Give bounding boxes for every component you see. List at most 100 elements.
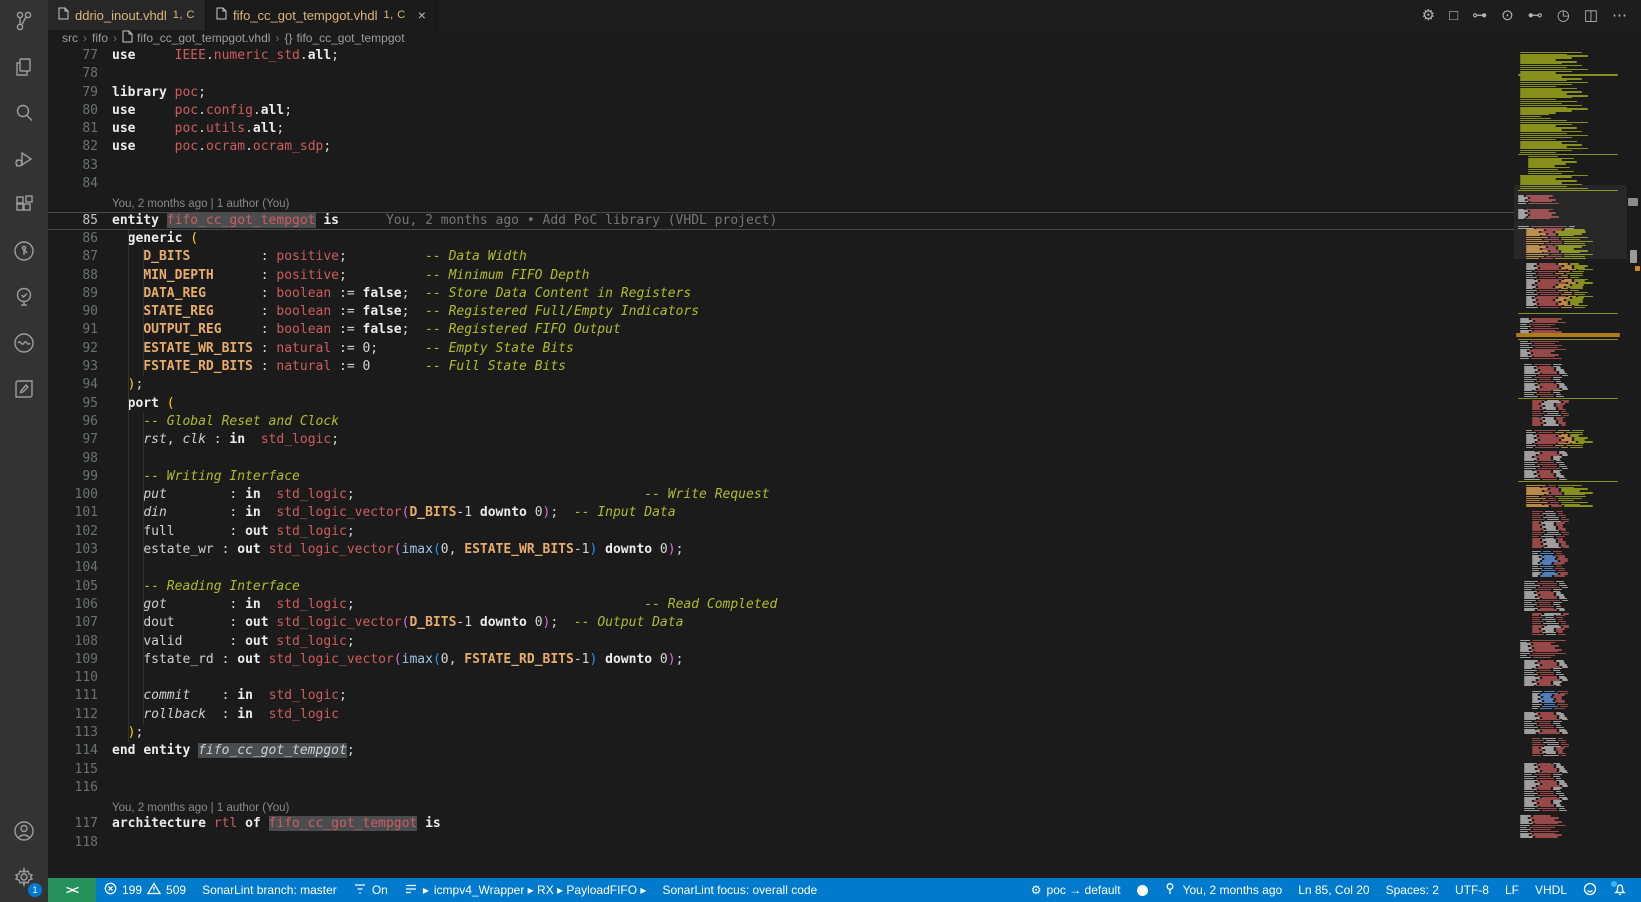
status-feedback[interactable] — [1575, 878, 1605, 902]
code-line-103[interactable]: 103 estate_wr : out std_logic_vector(ima… — [48, 541, 1514, 559]
status-tasks-path[interactable]: ▸icmpv4_Wrapper ▸ RX ▸ PayloadFIFO ▸ — [396, 878, 655, 902]
line-number[interactable]: 109 — [48, 651, 112, 669]
code-line-93[interactable]: 93 FSTATE_RD_BITS : natural := 0 -- Full… — [48, 358, 1514, 376]
status-problems[interactable]: 199509 — [96, 878, 194, 902]
code-line-92[interactable]: 92 ESTATE_WR_BITS : natural := 0; -- Emp… — [48, 340, 1514, 358]
line-number[interactable]: 108 — [48, 633, 112, 651]
line-number[interactable]: 112 — [48, 706, 112, 724]
code-line-107[interactable]: 107 dout : out std_logic_vector(D_BITS-1… — [48, 614, 1514, 632]
code-line-105[interactable]: 105 -- Reading Interface — [48, 578, 1514, 596]
code-line-97[interactable]: 97 rst, clk : in std_logic; — [48, 431, 1514, 449]
notebook-view[interactable] — [0, 368, 48, 414]
square-icon[interactable]: □ — [1449, 8, 1458, 23]
code-line-109[interactable]: 109 fstate_rd : out std_logic_vector(ima… — [48, 651, 1514, 669]
line-number[interactable]: 91 — [48, 321, 112, 339]
line-number[interactable]: 113 — [48, 724, 112, 742]
code-line-99[interactable]: 99 -- Writing Interface — [48, 468, 1514, 486]
code-line-77[interactable]: 77use IEEE.numeric_std.all; — [48, 47, 1514, 65]
code-line-110[interactable]: 110 — [48, 669, 1514, 687]
code-line-82[interactable]: 82use poc.ocram.ocram_sdp; — [48, 138, 1514, 156]
line-number[interactable]: 107 — [48, 614, 112, 632]
line-number[interactable]: 85 — [48, 212, 112, 230]
status-poc-config[interactable]: ⚙poc → default — [1023, 878, 1129, 902]
explorer-view[interactable] — [0, 46, 48, 92]
line-number[interactable]: 115 — [48, 761, 112, 779]
status-filter-toggle[interactable]: On — [345, 878, 396, 902]
status-cursor-position[interactable]: Ln 85, Col 20 — [1290, 878, 1377, 902]
line-number[interactable]: 99 — [48, 468, 112, 486]
breadcrumb-item-fifo[interactable]: fifo — [92, 31, 108, 45]
code-line-96[interactable]: 96 -- Global Reset and Clock — [48, 413, 1514, 431]
account[interactable] — [0, 810, 48, 856]
history-icon[interactable]: ◷ — [1557, 8, 1570, 23]
line-number[interactable]: 116 — [48, 779, 112, 797]
line-number[interactable]: 86 — [48, 230, 112, 248]
tab-fifo_cc_got_tempgot.vhdl[interactable]: fifo_cc_got_tempgot.vhdl1, C× — [206, 0, 437, 30]
status-encoding[interactable]: UTF-8 — [1447, 878, 1497, 902]
code-line-95[interactable]: 95 port ( — [48, 395, 1514, 413]
status-eol[interactable]: LF — [1497, 878, 1527, 902]
gear-icon[interactable]: ⚙ — [1422, 8, 1435, 23]
breadcrumb-item-fifo_cc_got_tempgot.vhdl[interactable]: fifo_cc_got_tempgot.vhdl — [122, 30, 270, 46]
code-line-108[interactable]: 108 valid : out std_logic; — [48, 633, 1514, 651]
breadcrumb-item-fifo_cc_got_tempgot[interactable]: {}fifo_cc_got_tempgot — [284, 31, 404, 45]
line-number[interactable]: 97 — [48, 431, 112, 449]
line-number[interactable]: 77 — [48, 47, 112, 65]
line-number[interactable]: 118 — [48, 834, 112, 852]
line-number[interactable]: 110 — [48, 669, 112, 687]
code-line-106[interactable]: 106 got : in std_logic; -- Read Complete… — [48, 596, 1514, 614]
settings-gear[interactable]: 1 — [0, 856, 48, 902]
code-line-100[interactable]: 100 put : in std_logic; -- Write Request — [48, 486, 1514, 504]
code-line-86[interactable]: 86 generic ( — [48, 230, 1514, 248]
line-number[interactable]: 102 — [48, 523, 112, 541]
code-line-112[interactable]: 112 rollback : in std_logic — [48, 706, 1514, 724]
code-editor[interactable]: 77use IEEE.numeric_std.all;7879library p… — [48, 46, 1641, 878]
tab-ddrio_inout.vhdl[interactable]: ddrio_inout.vhdl1, C — [48, 0, 206, 30]
status-sonarlint-branch[interactable]: SonarLint branch: master — [194, 878, 345, 902]
line-number[interactable]: 105 — [48, 578, 112, 596]
line-number[interactable]: 106 — [48, 596, 112, 614]
line-number[interactable]: 117 — [48, 815, 112, 833]
status-progress-dot[interactable] — [1129, 878, 1156, 902]
code-line-91[interactable]: 91 OUTPUT_REG : boolean := false; -- Reg… — [48, 321, 1514, 339]
sonarlint-view[interactable] — [0, 322, 48, 368]
step-forward-icon[interactable]: ⊷ — [1528, 8, 1543, 23]
code-line-98[interactable]: 98 — [48, 450, 1514, 468]
line-number[interactable]: 84 — [48, 175, 112, 193]
code-line-87[interactable]: 87 D_BITS : positive; -- Data Width — [48, 248, 1514, 266]
code-line-113[interactable]: 113 ); — [48, 724, 1514, 742]
search-view[interactable] — [0, 92, 48, 138]
codelens[interactable]: You, 2 months ago | 1 author (You) — [48, 193, 1514, 211]
status-sonarlint-focus[interactable]: SonarLint focus: overall code — [654, 878, 825, 902]
step-back-icon[interactable]: ⊶ — [1472, 8, 1487, 23]
code-line-80[interactable]: 80use poc.config.all; — [48, 102, 1514, 120]
status-indentation[interactable]: Spaces: 2 — [1378, 878, 1447, 902]
line-number[interactable]: 83 — [48, 157, 112, 175]
code-line-89[interactable]: 89 DATA_REG : boolean := false; -- Store… — [48, 285, 1514, 303]
minimap[interactable] — [1514, 46, 1627, 878]
code-line-118[interactable]: 118 — [48, 834, 1514, 852]
minimap-slider[interactable] — [1514, 185, 1627, 259]
code-line-101[interactable]: 101 din : in std_logic_vector(D_BITS-1 d… — [48, 504, 1514, 522]
overview-ruler[interactable] — [1627, 46, 1641, 878]
line-number[interactable]: 78 — [48, 65, 112, 83]
status-git-blame[interactable]: You, 2 months ago — [1156, 878, 1291, 902]
breadcrumb[interactable]: src›fifo›fifo_cc_got_tempgot.vhdl›{}fifo… — [48, 30, 1641, 46]
line-number[interactable]: 103 — [48, 541, 112, 559]
line-number[interactable]: 82 — [48, 138, 112, 156]
line-number[interactable]: 114 — [48, 742, 112, 760]
line-number[interactable]: 104 — [48, 559, 112, 577]
line-number[interactable]: 111 — [48, 687, 112, 705]
line-number[interactable]: 81 — [48, 120, 112, 138]
step-icon[interactable]: ⊙ — [1501, 8, 1514, 23]
remote-indicator[interactable]: >< — [48, 878, 96, 902]
code-line-85[interactable]: 85entity fifo_cc_got_tempgot is You, 2 m… — [48, 212, 1514, 230]
code-line-115[interactable]: 115 — [48, 761, 1514, 779]
code-line-81[interactable]: 81use poc.utils.all; — [48, 120, 1514, 138]
code-line-117[interactable]: 117architecture rtl of fifo_cc_got_tempg… — [48, 815, 1514, 833]
line-number[interactable]: 88 — [48, 267, 112, 285]
line-number[interactable]: 101 — [48, 504, 112, 522]
test-tree-view[interactable] — [0, 276, 48, 322]
line-number[interactable]: 90 — [48, 303, 112, 321]
split-editor-icon[interactable]: ◫ — [1584, 8, 1598, 23]
